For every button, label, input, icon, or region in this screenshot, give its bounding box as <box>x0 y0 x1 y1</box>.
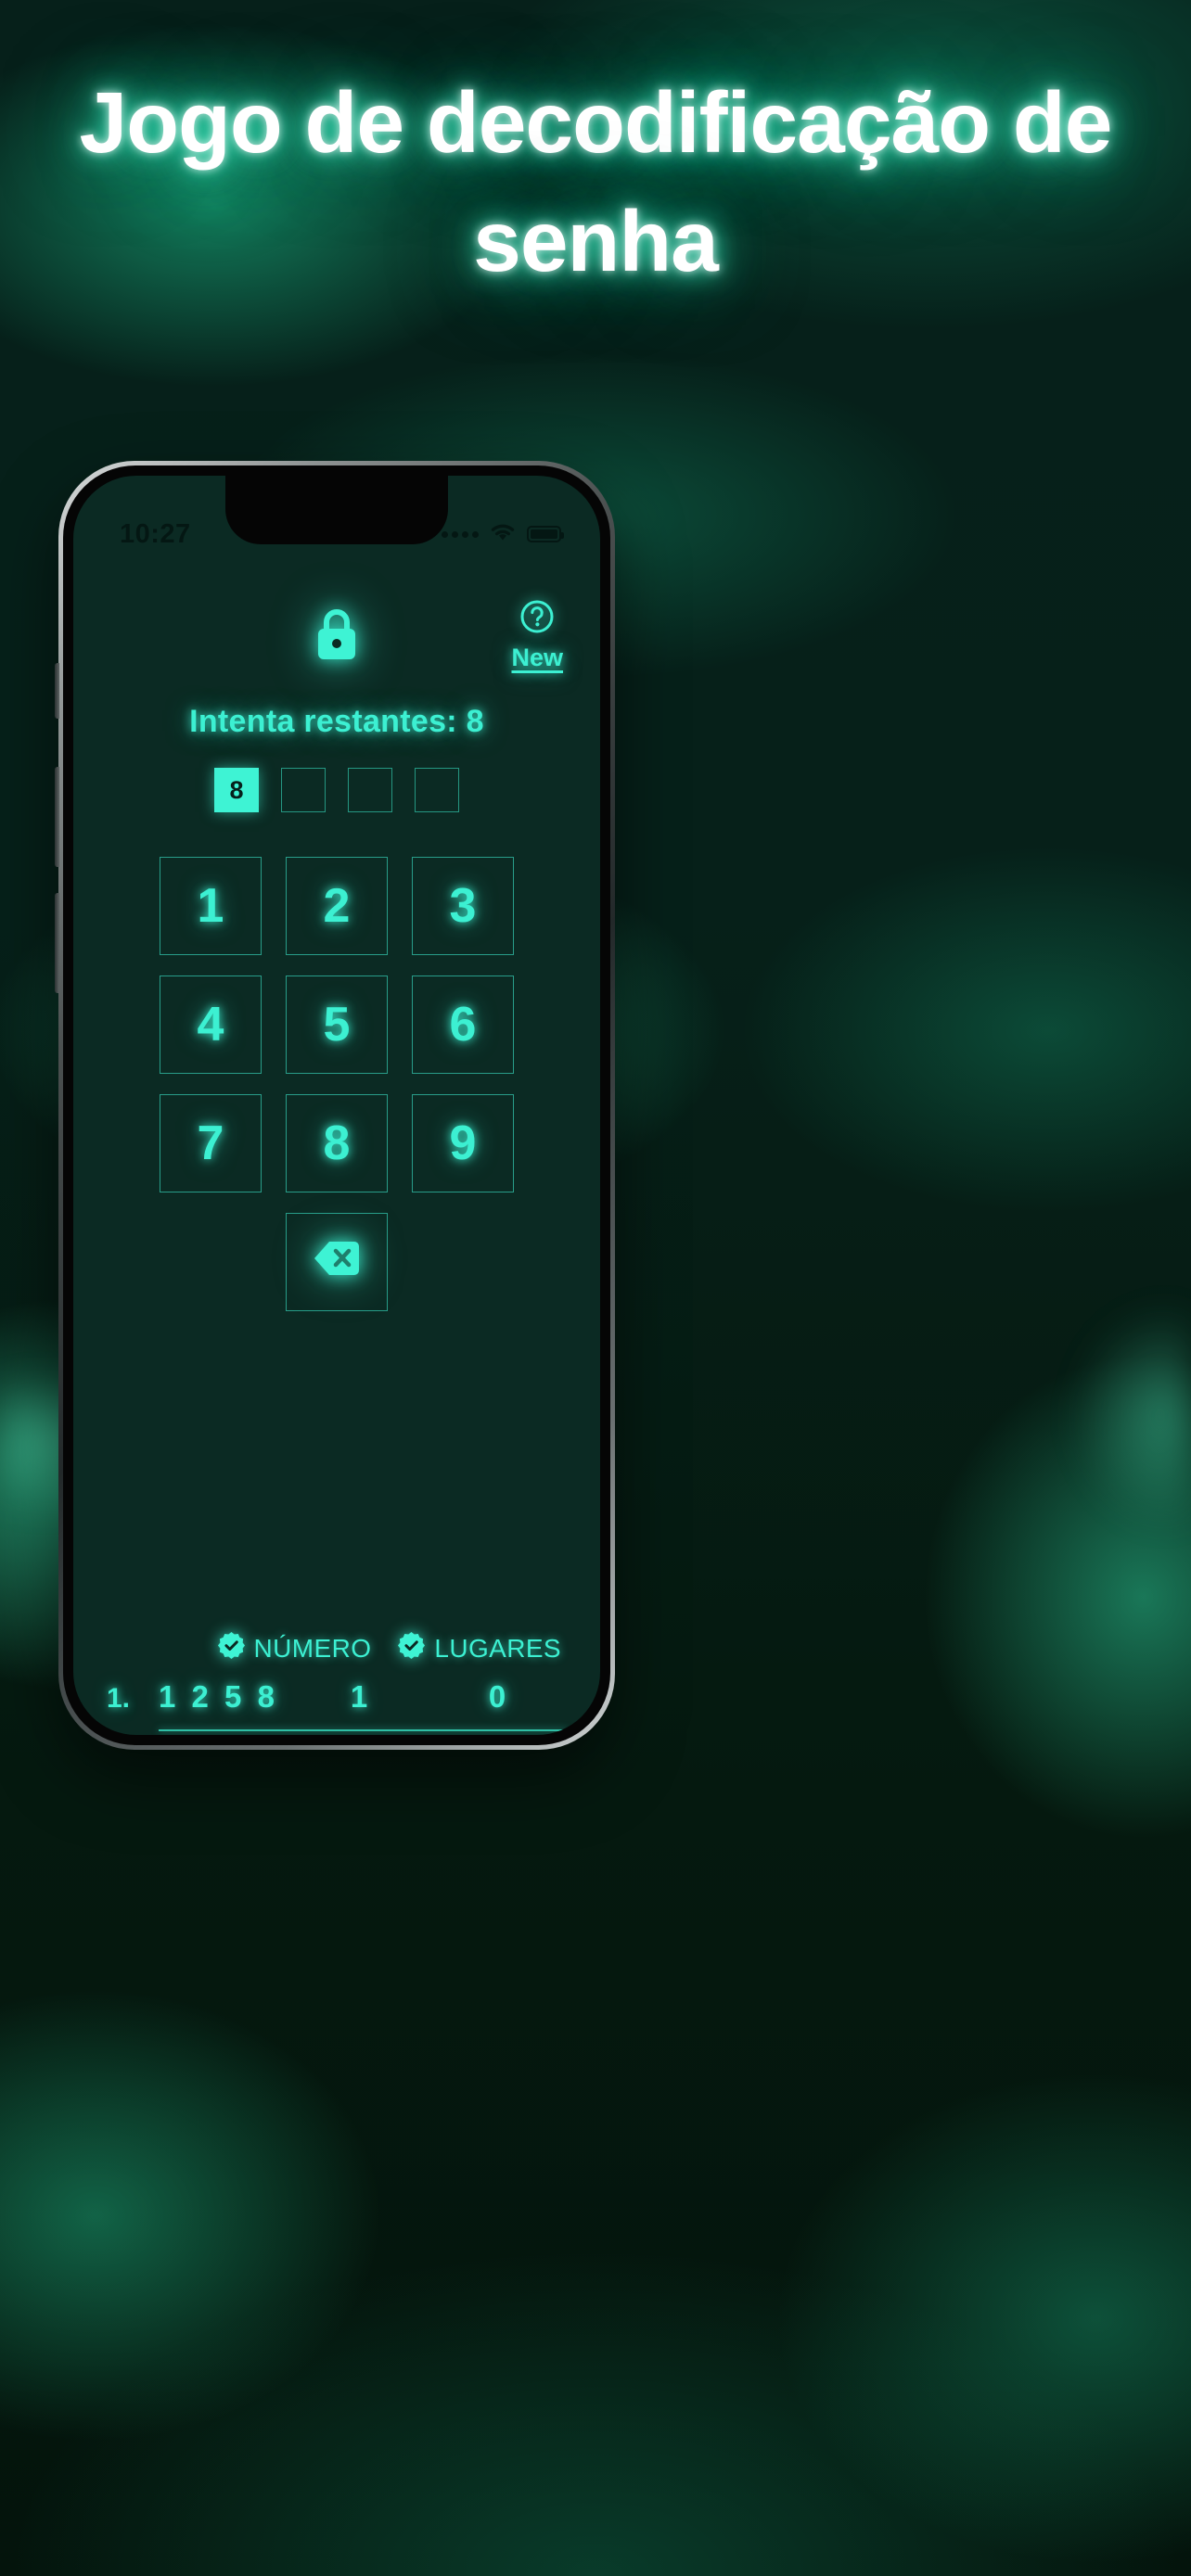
result-row-guess: 1 2 5 8 <box>159 1679 278 1714</box>
wifi-icon <box>489 522 517 547</box>
key-6[interactable]: 6 <box>412 976 514 1074</box>
attempts-remaining-label: Intenta restantes: 8 <box>189 704 484 739</box>
results-header-numero-label: NÚMERO <box>253 1634 372 1663</box>
lock-icon <box>310 606 364 668</box>
verified-check-badge-icon <box>217 1631 246 1666</box>
phone-screen: 10:27 New Intenta restantes: 8 8 1 2 3 4… <box>73 476 600 1735</box>
results-header-lugares: LUGARES <box>397 1631 561 1666</box>
battery-icon <box>527 526 564 542</box>
help-button-group[interactable]: New <box>511 598 563 672</box>
key-1[interactable]: 1 <box>160 857 262 955</box>
key-8[interactable]: 8 <box>286 1094 388 1192</box>
code-slot-4[interactable] <box>415 768 459 812</box>
numeric-keypad: 1 2 3 4 5 6 7 8 9 <box>107 857 567 1311</box>
results-header-numero: NÚMERO <box>217 1631 372 1666</box>
app-content: New Intenta restantes: 8 8 1 2 3 4 5 6 7… <box>73 476 600 1735</box>
phone-silent-switch[interactable] <box>55 663 59 719</box>
key-3[interactable]: 3 <box>412 857 514 955</box>
new-game-link[interactable]: New <box>511 644 563 672</box>
verified-check-badge-icon <box>397 1631 426 1666</box>
backspace-icon <box>313 1234 361 1290</box>
cellular-signal-icon <box>442 530 479 538</box>
code-slot-3[interactable] <box>348 768 392 812</box>
key-2[interactable]: 2 <box>286 857 388 955</box>
key-backspace[interactable] <box>286 1213 388 1311</box>
code-input-slots: 8 <box>107 768 567 812</box>
results-header-lugares-label: LUGARES <box>434 1634 561 1663</box>
status-bar-indicators <box>442 522 564 547</box>
phone-notch <box>225 476 448 544</box>
code-slot-1[interactable]: 8 <box>214 768 259 812</box>
key-7[interactable]: 7 <box>160 1094 262 1192</box>
key-9[interactable]: 9 <box>412 1094 514 1192</box>
result-row-lugares: 0 <box>488 1679 506 1714</box>
result-row-numero: 1 <box>350 1679 368 1714</box>
table-row: 1. 1 2 5 8 1 0 <box>107 1679 567 1715</box>
page-title: Jogo de decodificação de senha <box>79 74 1113 290</box>
results-header-row: NÚMERO LUGARES <box>107 1631 567 1666</box>
phone-bezel: 10:27 New Intenta restantes: 8 8 1 2 3 4… <box>63 465 610 1745</box>
help-circle-icon[interactable] <box>519 598 556 640</box>
status-bar-time: 10:27 <box>120 518 191 549</box>
results-table: NÚMERO LUGARES 1. 1 2 5 8 1 0 <box>107 1631 567 1735</box>
key-4[interactable]: 4 <box>160 976 262 1074</box>
app-header: New <box>107 585 567 696</box>
result-row-divider <box>159 1729 567 1731</box>
phone-volume-up-button[interactable] <box>55 767 59 867</box>
phone-volume-down-button[interactable] <box>55 893 59 993</box>
code-slot-2[interactable] <box>281 768 326 812</box>
key-5[interactable]: 5 <box>286 976 388 1074</box>
phone-mockup: 10:27 New Intenta restantes: 8 8 1 2 3 4… <box>55 461 615 1750</box>
result-row-index: 1. <box>107 1683 131 1714</box>
